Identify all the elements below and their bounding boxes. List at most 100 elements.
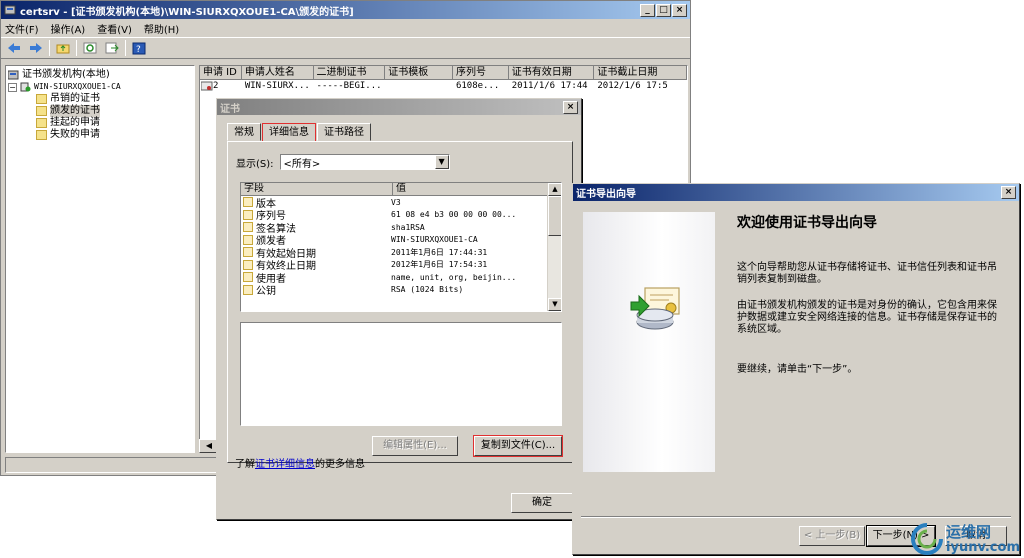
toolbar: ?	[1, 37, 690, 59]
col-binary-cert[interactable]: 二进制证书	[313, 66, 386, 80]
ca-root-icon	[8, 70, 19, 80]
wizard-heading: 欢迎使用证书导出向导	[737, 215, 877, 231]
field-icon	[243, 209, 253, 220]
table-row[interactable]: 2 WIN-SIURX... -----BEGI... 6108e... 201…	[200, 80, 687, 92]
folder-icon	[36, 94, 47, 104]
cert-details-link[interactable]: 证书详细信息	[255, 459, 315, 470]
field-icon	[243, 197, 253, 208]
tree-item-pending[interactable]: 挂起的申请	[8, 117, 192, 129]
folder-icon	[36, 130, 47, 140]
col-end-date[interactable]: 证书截止日期	[594, 66, 687, 80]
tree-item-failed[interactable]: 失败的申请	[8, 129, 192, 141]
ok-button[interactable]: 确定	[511, 493, 573, 513]
scroll-up-icon[interactable]: ▲	[548, 183, 561, 196]
menu-file[interactable]: 文件(F)	[5, 21, 39, 36]
copy-to-file-button[interactable]: 复制到文件(C)...	[473, 435, 563, 457]
cert-tabs: 常规 详细信息 证书路径	[227, 123, 372, 142]
help-icon: ?	[132, 42, 146, 55]
up-folder-button[interactable]	[54, 39, 72, 57]
tab-details[interactable]: 详细信息	[262, 123, 316, 142]
toolbar-separator-3	[125, 40, 126, 56]
tab-general[interactable]: 常规	[227, 123, 261, 141]
svg-text:?: ?	[136, 45, 141, 55]
certificate-icon	[201, 81, 213, 91]
field-icon	[243, 259, 253, 270]
show-row: 显示(S): <所有> ▼	[236, 154, 450, 170]
toolbar-separator-2	[76, 40, 77, 56]
wizard-title: 证书导出向导	[576, 189, 636, 200]
wizard-description-text: 由证书颁发机构颁发的证书是对身份的确认，它包含用来保护数据或建立安全网络连接的信…	[737, 300, 997, 335]
scroll-thumb[interactable]	[548, 196, 561, 236]
export-wizard: 证书导出向导 × 欢迎使用证书导出向导 这个向导帮助您从证书存储将证书、证书信任…	[572, 183, 1020, 555]
cert-dialog-close-button[interactable]: ×	[563, 100, 578, 114]
main-titlebar[interactable]: certsrv - [证书颁发机构(本地)\WIN-SIURXQXOUE1-CA…	[1, 1, 690, 19]
menu-view[interactable]: 查看(V)	[97, 21, 132, 36]
minimize-button[interactable]: _	[640, 3, 655, 17]
col-requester[interactable]: 申请人姓名	[241, 66, 314, 80]
field-icon	[243, 222, 253, 233]
tree-item-ca[interactable]: − WIN-SIURXQXOUE1-CA	[8, 81, 192, 93]
tree-item-revoked[interactable]: 吊销的证书	[8, 93, 192, 105]
ca-server-icon	[20, 82, 31, 92]
certificate-export-icon	[630, 287, 680, 330]
tree-item-issued[interactable]: 颁发的证书	[8, 105, 192, 117]
wizard-separator	[581, 516, 1011, 518]
show-label: 显示(S):	[236, 158, 274, 170]
field-icon	[243, 247, 253, 258]
show-select[interactable]: <所有> ▼	[279, 154, 450, 170]
refresh-button[interactable]	[81, 39, 99, 57]
cert-dialog-titlebar[interactable]: 证书 ×	[217, 99, 581, 115]
maximize-button[interactable]: □	[656, 3, 671, 17]
watermark-logo-icon	[911, 523, 944, 555]
dropdown-arrow-icon[interactable]: ▼	[434, 155, 449, 169]
watermark-url: iyunv.com	[946, 540, 1020, 555]
fields-list[interactable]: 字段 值 版本 V3 序列号 61 08 e4 b3 00 00 00 00... …	[240, 182, 562, 312]
field-icon	[243, 284, 253, 295]
cert-dialog-title: 证书	[220, 103, 240, 115]
field-icon	[243, 234, 253, 245]
forward-button[interactable]	[27, 39, 45, 57]
wizard-titlebar[interactable]: 证书导出向导 ×	[573, 184, 1019, 201]
folder-icon	[36, 106, 47, 116]
main-window-title: certsrv - [证书颁发机构(本地)\WIN-SIURXQXOUE1-CA…	[20, 6, 354, 18]
help-button[interactable]: ?	[130, 39, 148, 57]
wizard-close-button[interactable]: ×	[1001, 186, 1016, 199]
list-header: 申请 ID 申请人姓名 二进制证书 证书模板 序列号 证书有效日期 证书截止日期	[200, 66, 687, 80]
wizard-intro-text: 这个向导帮助您从证书存储将证书、证书信任列表和证书吊销列表复制到磁盘。	[737, 262, 997, 285]
watermark-text: 运维网	[946, 523, 992, 541]
col-template[interactable]: 证书模板	[385, 66, 453, 80]
col-request-id[interactable]: 申请 ID	[200, 66, 242, 80]
back-step-button[interactable]: < 上一步(B)	[799, 526, 865, 546]
fields-scrollbar[interactable]: ▲ ▼	[547, 183, 561, 311]
edit-properties-button[interactable]: 编辑属性(E)...	[372, 436, 458, 456]
back-arrow-icon	[8, 43, 20, 53]
value-detail-box[interactable]	[240, 322, 562, 426]
wizard-continue-text: 要继续，请单击“下一步”。	[737, 364, 858, 375]
export-list-icon	[105, 42, 119, 54]
certsrv-app-icon	[4, 5, 16, 15]
folder-icon	[36, 118, 47, 128]
toolbar-separator	[49, 40, 50, 56]
site-watermark: 运维网 iyunv.com	[910, 522, 1020, 556]
scroll-down-icon[interactable]: ▼	[548, 298, 561, 311]
console-tree[interactable]: 证书颁发机构(本地) − WIN-SIURXQXOUE1-CA 吊销的证书 颁发…	[5, 65, 195, 453]
menubar: 文件(F) 操作(A) 查看(V) 帮助(H)	[1, 19, 690, 37]
col-serial[interactable]: 序列号	[452, 66, 509, 80]
wizard-side-graphic	[583, 212, 715, 472]
certificate-dialog: 证书 × 常规 详细信息 证书路径 显示(S): <所有> ▼ 字段 值 版本 V…	[216, 98, 582, 520]
back-button[interactable]	[5, 39, 23, 57]
close-button[interactable]: ×	[672, 3, 687, 17]
export-list-button[interactable]	[103, 39, 121, 57]
learn-more-text: 了解证书详细信息的更多信息	[235, 459, 365, 470]
menu-help[interactable]: 帮助(H)	[144, 21, 179, 36]
tab-cert-path[interactable]: 证书路径	[317, 123, 371, 141]
collapse-toggle[interactable]: −	[8, 82, 17, 92]
tree-item-root[interactable]: 证书颁发机构(本地)	[8, 69, 192, 81]
refresh-icon	[83, 42, 97, 54]
col-value[interactable]: 值	[393, 183, 549, 196]
forward-arrow-icon	[30, 43, 42, 53]
list-item[interactable]: 公钥 RSA (1024 Bits)	[241, 284, 561, 297]
col-start-date[interactable]: 证书有效日期	[508, 66, 595, 80]
menu-action[interactable]: 操作(A)	[51, 21, 86, 36]
field-icon	[243, 272, 253, 283]
